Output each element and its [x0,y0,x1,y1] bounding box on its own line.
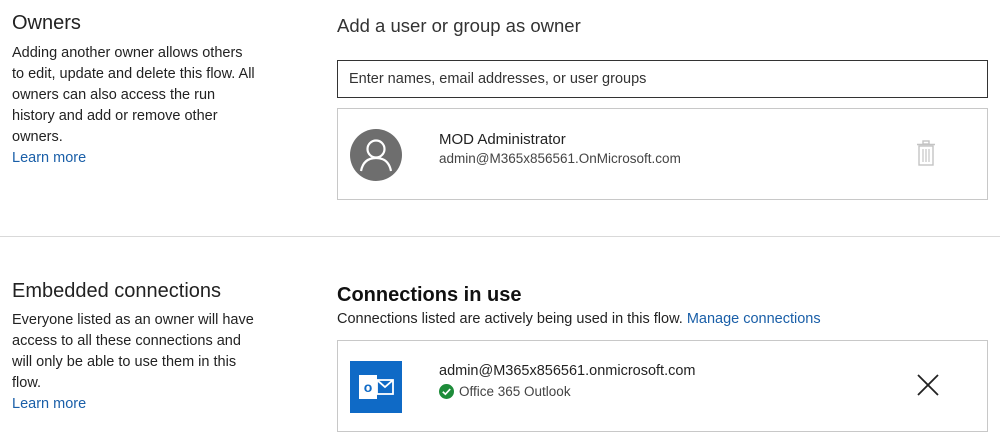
manage-connections-link[interactable]: Manage connections [687,311,821,327]
embedded-description: Everyone listed as an owner will have ac… [12,310,257,415]
add-owner-heading: Add a user or group as owner [337,15,581,36]
connection-service-label: Office 365 Outlook [459,384,571,399]
owners-learn-more-link[interactable]: Learn more [12,150,86,166]
embedded-connections-heading: Embedded connections [12,280,222,302]
owners-heading: Owners [12,12,81,34]
connection-status: Office 365 Outlook [439,384,571,399]
owners-description: Adding another owner allows others to ed… [12,43,257,169]
owners-description-text: Adding another owner allows others to ed… [12,45,255,145]
owner-search-input[interactable] [337,60,988,98]
embedded-learn-more-link[interactable]: Learn more [12,396,86,412]
close-icon[interactable] [916,373,940,397]
connection-card: o admin@M365x856561.onmicrosoft.com Offi… [337,340,988,432]
svg-text:o: o [364,379,373,395]
embedded-description-text: Everyone listed as an owner will have ac… [12,312,254,391]
section-divider [0,236,1000,237]
trash-icon[interactable] [916,140,936,166]
connection-email: admin@M365x856561.onmicrosoft.com [439,363,696,379]
owner-name: MOD Administrator [439,131,566,148]
owner-email: admin@M365x856561.OnMicrosoft.com [439,151,681,166]
check-circle-icon [439,384,454,399]
owner-card: MOD Administrator admin@M365x856561.OnMi… [337,108,988,200]
connections-heading: Connections in use [337,284,522,306]
connections-subtitle: Connections listed are actively being us… [337,311,821,327]
person-icon [350,129,402,181]
connections-subtitle-text: Connections listed are actively being us… [337,311,683,327]
outlook-icon: o [350,361,402,413]
